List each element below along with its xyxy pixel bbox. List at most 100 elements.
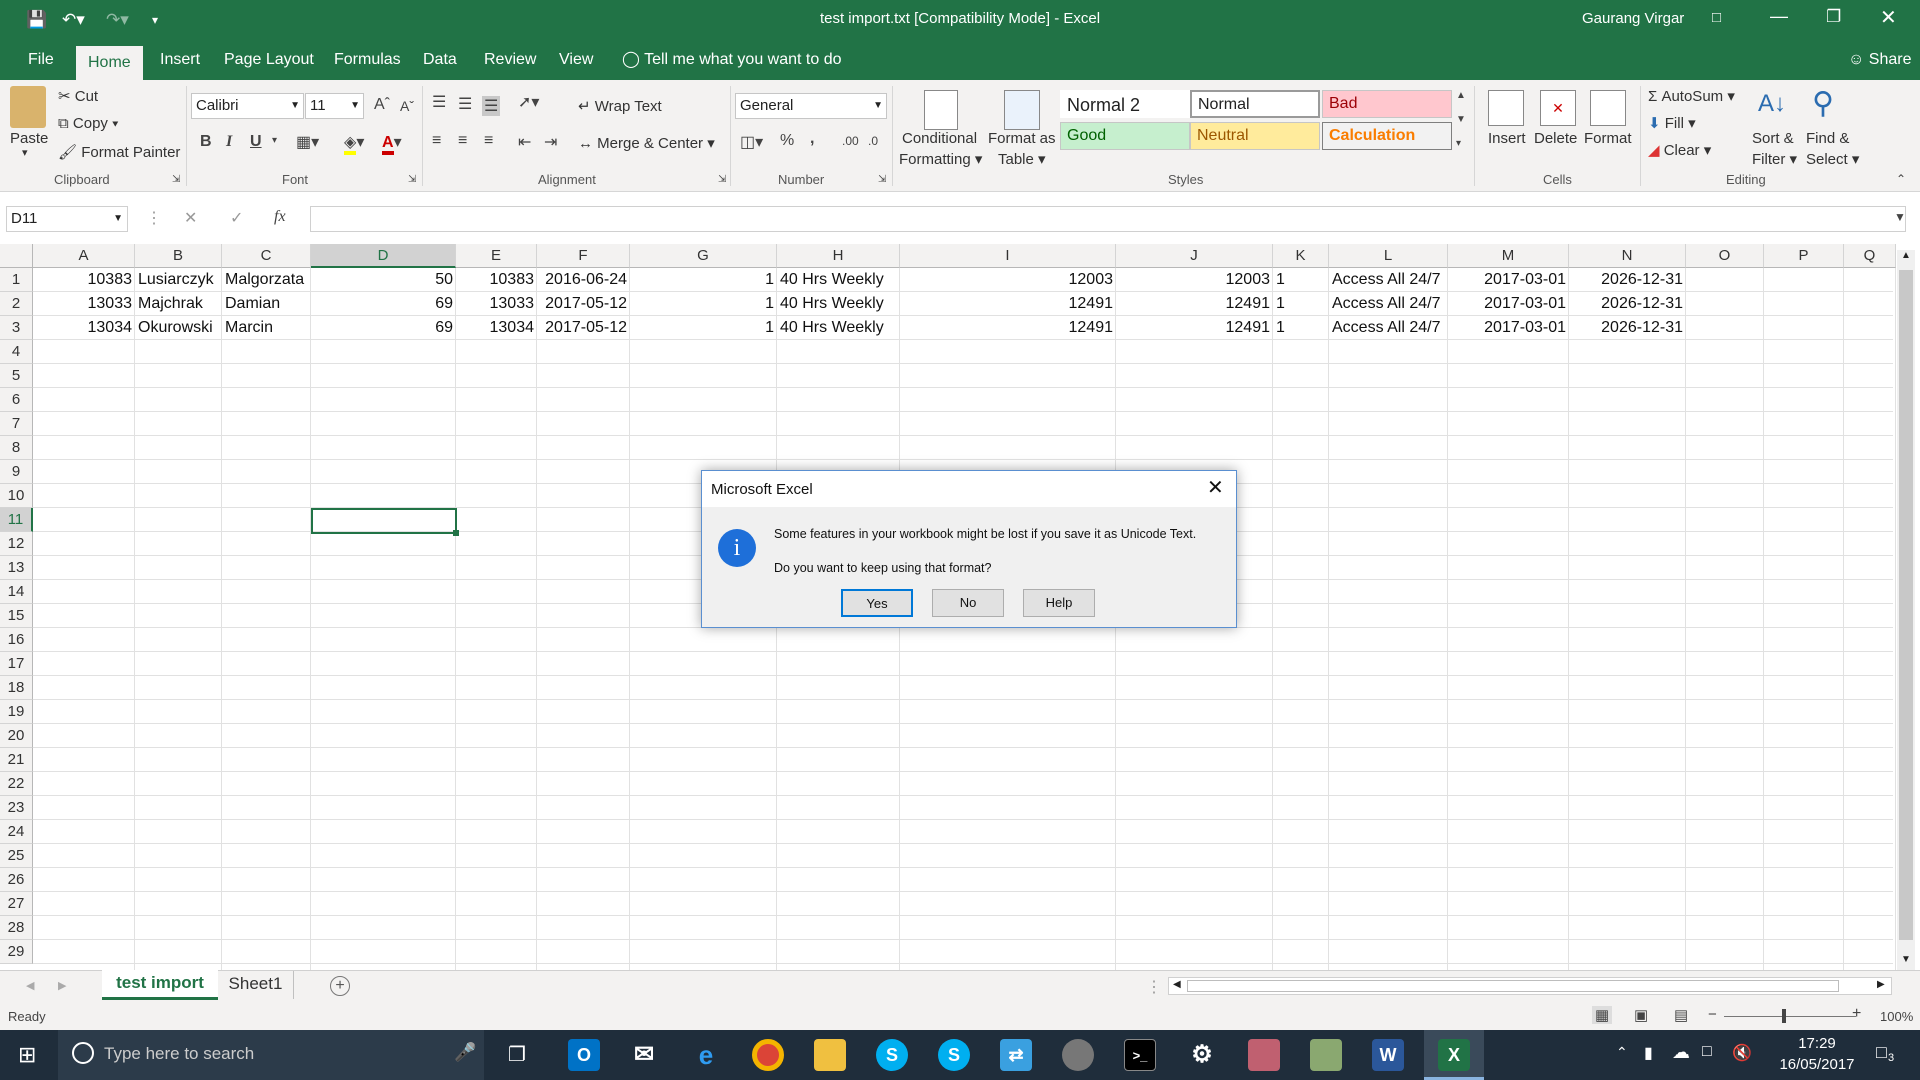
chrome-icon[interactable]	[752, 1039, 784, 1071]
conditional-formatting-label[interactable]: Formatting ▾	[899, 150, 982, 168]
column-header[interactable]: O	[1686, 244, 1764, 268]
conditional-formatting-button[interactable]: Conditional	[902, 130, 977, 147]
dialog-close-icon[interactable]: ✕	[1207, 475, 1224, 500]
row-header[interactable]: 15	[0, 604, 33, 628]
row-header[interactable]: 4	[0, 340, 33, 364]
row-header[interactable]: 16	[0, 628, 33, 652]
row-header[interactable]: 27	[0, 892, 33, 916]
column-header[interactable]: E	[456, 244, 537, 268]
font-launcher-icon[interactable]: ⇲	[408, 174, 416, 185]
row-header[interactable]: 26	[0, 868, 33, 892]
column-header[interactable]: H	[777, 244, 900, 268]
column-header[interactable]: Q	[1844, 244, 1896, 268]
yes-button[interactable]: Yes	[841, 589, 913, 617]
cell[interactable]: 2026-12-31	[1569, 292, 1686, 316]
row-header[interactable]: 5	[0, 364, 33, 388]
zoom-in-icon[interactable]: +	[1852, 1005, 1861, 1023]
row-header[interactable]: 6	[0, 388, 33, 412]
help-button[interactable]: Help	[1023, 589, 1095, 617]
increase-indent-icon[interactable]: ⇥	[544, 132, 557, 152]
fill-color-icon[interactable]: ◈▾	[344, 132, 364, 155]
cell[interactable]: 2017-05-12	[537, 292, 630, 316]
align-right-icon[interactable]: ≡	[484, 132, 493, 150]
row-header[interactable]: 2	[0, 292, 33, 316]
borders-icon[interactable]: ▦▾	[296, 132, 319, 152]
row-header[interactable]: 28	[0, 916, 33, 940]
percent-icon[interactable]: %	[780, 132, 794, 150]
scroll-left-icon[interactable]: ◀	[1173, 979, 1181, 990]
teamviewer-icon[interactable]: ⇄	[1000, 1039, 1032, 1071]
cell[interactable]: 69	[311, 316, 456, 340]
vertical-scrollbar[interactable]: ▲ ▼	[1897, 250, 1915, 970]
normal-view-icon[interactable]: ▦	[1592, 1006, 1613, 1024]
cell[interactable]: 12491	[900, 292, 1116, 316]
row-header[interactable]: 20	[0, 724, 33, 748]
cell[interactable]: 1	[1273, 292, 1329, 316]
sort-filter-label[interactable]: Filter ▾	[1752, 150, 1797, 168]
tab-formulas[interactable]: Formulas	[332, 40, 403, 80]
sheet-tab-test-import[interactable]: test import	[102, 970, 218, 1000]
snipping-icon[interactable]	[1062, 1039, 1094, 1071]
user-name[interactable]: Gaurang Virgar	[1582, 10, 1684, 27]
cell[interactable]: 12003	[900, 268, 1116, 292]
paste-dropdown-icon[interactable]: ▾	[22, 146, 28, 159]
zoom-out-icon[interactable]: −	[1708, 1006, 1717, 1023]
paste-icon[interactable]	[10, 86, 46, 128]
cell[interactable]: 2026-12-31	[1569, 268, 1686, 292]
cell[interactable]: Access All 24/7	[1329, 292, 1448, 316]
row-header[interactable]: 29	[0, 940, 33, 964]
enter-icon[interactable]: ✓	[230, 208, 243, 228]
format-as-table-icon[interactable]	[1004, 90, 1040, 130]
cell[interactable]: Marcin	[222, 316, 311, 340]
styles-scroll-down-icon[interactable]: ▼	[1456, 114, 1466, 125]
scroll-down-icon[interactable]: ▼	[1901, 954, 1911, 965]
row-header[interactable]: 18	[0, 676, 33, 700]
windows-start-icon[interactable]: ⊞	[18, 1042, 36, 1068]
fill-handle[interactable]	[453, 530, 459, 536]
app-icon[interactable]	[1248, 1039, 1280, 1071]
network-icon[interactable]: □	[1702, 1043, 1712, 1061]
middle-align-icon[interactable]: ☰	[458, 94, 472, 114]
sort-filter-button[interactable]: Sort &	[1752, 130, 1794, 147]
fill-button[interactable]: ⬇ Fill ▾	[1648, 114, 1696, 132]
cell[interactable]: 13033	[33, 292, 135, 316]
format-cells-button[interactable]: Format	[1584, 130, 1632, 147]
name-box[interactable]: D11 ▼	[6, 206, 128, 232]
number-launcher-icon[interactable]: ⇲	[878, 174, 886, 185]
cell[interactable]: Majchrak	[135, 292, 222, 316]
bottom-align-icon[interactable]: ☰	[482, 96, 501, 116]
cell[interactable]: 1	[630, 316, 777, 340]
format-as-table-label[interactable]: Table ▾	[998, 150, 1046, 168]
minimize-icon[interactable]: —	[1770, 6, 1788, 27]
clock-time[interactable]: 17:29	[1776, 1035, 1858, 1052]
increase-decimal-icon[interactable]: .00	[842, 134, 859, 148]
column-header[interactable]: B	[135, 244, 222, 268]
find-select-label[interactable]: Select ▾	[1806, 150, 1859, 168]
align-left-icon[interactable]: ≡	[432, 132, 441, 150]
horizontal-scrollbar[interactable]: ◀ ▶	[1168, 977, 1892, 995]
formula-input[interactable]	[310, 206, 1906, 232]
column-header[interactable]: I	[900, 244, 1116, 268]
tab-view[interactable]: View	[557, 40, 595, 80]
cell[interactable]: 40 Hrs Weekly	[777, 268, 900, 292]
vertical-scroll-thumb[interactable]	[1899, 270, 1913, 940]
tab-file[interactable]: File	[26, 40, 56, 80]
cell[interactable]: 2017-03-01	[1448, 292, 1569, 316]
column-header[interactable]: N	[1569, 244, 1686, 268]
cell[interactable]: 2017-03-01	[1448, 316, 1569, 340]
row-header[interactable]: 23	[0, 796, 33, 820]
format-cells-icon[interactable]	[1590, 90, 1626, 126]
cell[interactable]: 69	[311, 292, 456, 316]
cell[interactable]: 2016-06-24	[537, 268, 630, 292]
row-header[interactable]: 9	[0, 460, 33, 484]
cell[interactable]: 1	[630, 292, 777, 316]
row-header[interactable]: 14	[0, 580, 33, 604]
orientation-icon[interactable]: ➚▾	[518, 92, 539, 112]
battery-icon[interactable]: ▮	[1644, 1043, 1653, 1063]
cell[interactable]: 12491	[1116, 292, 1273, 316]
accounting-icon[interactable]: ◫▾	[740, 132, 763, 152]
insert-cells-button[interactable]: Insert	[1488, 130, 1526, 147]
onedrive-icon[interactable]: ☁	[1672, 1042, 1690, 1063]
tab-insert[interactable]: Insert	[158, 40, 202, 80]
italic-icon[interactable]: I	[226, 133, 232, 151]
